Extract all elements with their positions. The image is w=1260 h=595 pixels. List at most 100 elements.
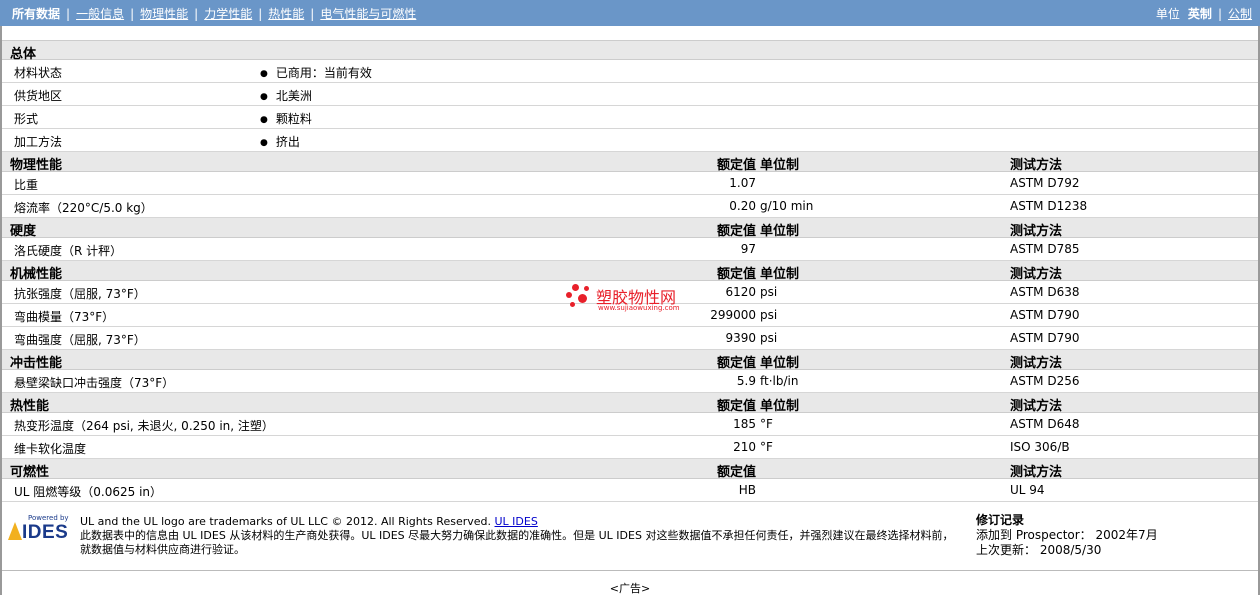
tab-separator: |: [66, 6, 71, 21]
property-row: 热变形温度（264 psi, 未退火, 0.250 in, 注塑） 185 °F AS…: [2, 413, 1258, 436]
ad-placeholder: <广告>: [609, 582, 651, 595]
property-value: 5.9: [736, 374, 756, 388]
footer-notice: UL and the UL logo are trademarks of UL …: [80, 515, 960, 557]
updated-label: 上次更新：: [976, 543, 1037, 557]
tab-physical[interactable]: 物理性能: [140, 5, 188, 22]
property-name: 比重: [14, 178, 39, 192]
property-unit: g/10 min: [760, 199, 814, 213]
section-header: 热性能 额定值 单位制 测试方法: [2, 393, 1258, 414]
test-method-header: 测试方法: [1010, 399, 1063, 414]
property-name: 加工方法: [14, 135, 63, 149]
ul-ides-link[interactable]: UL IDES: [495, 515, 538, 528]
rated-value-header: 额定值: [716, 224, 756, 239]
property-value: 185: [733, 417, 756, 431]
logo-powered-text: Powered by: [28, 514, 69, 522]
property-value: 北美洲: [260, 87, 312, 104]
section-header: 硬度 额定值 单位制 测试方法: [2, 218, 1258, 239]
property-row: 比重 1.07 ASTM D792: [2, 172, 1258, 195]
property-table: 总体 材料状态 已商用：当前有效 供货地区 北美洲 形式 颗粒料 加工方法 挤出…: [2, 40, 1258, 502]
property-value: 挤出: [260, 133, 300, 150]
property-unit: °F: [760, 440, 773, 454]
watermark-logo: 塑胶物性网 www.sujiaowuxing.com: [566, 282, 696, 316]
test-method-header: 测试方法: [1010, 465, 1063, 480]
unit-switcher: 单位 英制 | 公制: [1156, 5, 1252, 22]
footer: Powered by IDES UL and the UL logo are t…: [2, 510, 1258, 568]
property-value: 6120: [725, 285, 756, 299]
property-name: 弯曲模量（73°F）: [14, 310, 115, 324]
property-row: 维卡软化温度 210 °F ISO 306/B: [2, 436, 1258, 459]
units-label: 单位: [1155, 7, 1180, 21]
property-name: 热变形温度（264 psi, 未退火, 0.250 in, 注塑）: [14, 419, 274, 433]
property-unit: ft·lb/in: [760, 374, 799, 388]
category-tabs: 所有数据 | 一般信息 | 物理性能 | 力学性能 | 热性能 | 电气性能与可…: [12, 5, 416, 22]
property-name: 熔流率（220°C/5.0 kg）: [14, 201, 153, 215]
property-test-method: UL 94: [1010, 483, 1045, 497]
property-name: UL 阻燃等级（0.0625 in）: [14, 485, 163, 499]
unit-header: 单位制: [760, 224, 800, 239]
unit-english-option[interactable]: 英制: [1188, 5, 1212, 22]
section-header: 可燃性 额定值 测试方法: [2, 459, 1258, 480]
unit-header: 单位制: [760, 399, 800, 414]
test-method-header: 测试方法: [1010, 267, 1063, 282]
property-test-method: ASTM D638: [1010, 285, 1080, 299]
tab-general-info[interactable]: 一般信息: [76, 5, 124, 22]
property-test-method: ASTM D792: [1010, 176, 1080, 190]
property-test-method: ASTM D648: [1010, 417, 1080, 431]
property-value: 已商用：当前有效: [260, 64, 372, 81]
disclaimer-text: 此数据表中的信息由 UL IDES 从该材料的生产商处获得。UL IDES 尽最…: [80, 529, 954, 556]
test-method-header: 测试方法: [1010, 224, 1063, 239]
property-row: 洛氏硬度（R 计秤） 97 ASTM D785: [2, 238, 1258, 261]
property-name: 悬壁梁缺口冲击强度（73°F）: [14, 376, 175, 390]
property-unit: psi: [760, 308, 778, 322]
section-title: 可燃性: [10, 465, 50, 480]
property-row: UL 阻燃等级（0.0625 in） HB UL 94: [2, 479, 1258, 502]
property-name: 供货地区: [14, 89, 63, 103]
rated-value-header: 额定值: [716, 465, 756, 480]
general-row: 材料状态 已商用：当前有效: [2, 60, 1258, 83]
property-test-method: ASTM D790: [1010, 308, 1080, 322]
trademark-text: UL and the UL logo are trademarks of UL …: [80, 515, 491, 528]
section-title: 机械性能: [10, 267, 63, 282]
unit-header: 单位制: [760, 356, 800, 371]
unit-header: 单位制: [760, 267, 800, 282]
property-name: 弯曲强度（屈服, 73°F）: [14, 333, 146, 347]
property-value: HB: [738, 483, 756, 497]
ides-logo[interactable]: Powered by IDES: [8, 514, 72, 544]
property-row: 悬壁梁缺口冲击强度（73°F） 5.9 ft·lb/in ASTM D256: [2, 370, 1258, 393]
property-value: 9390: [725, 331, 756, 345]
property-value: 299000: [710, 308, 756, 322]
tab-electrical-flammability[interactable]: 电气性能与可燃性: [320, 5, 416, 22]
property-value: 210: [733, 440, 756, 454]
added-value: 2002年7月: [1095, 528, 1158, 542]
property-unit: psi: [760, 331, 778, 345]
property-test-method: ASTM D785: [1010, 242, 1080, 256]
logo-triangle-icon: [8, 522, 22, 540]
property-row: 弯曲强度（屈服, 73°F） 9390 psi ASTM D790: [2, 327, 1258, 350]
property-test-method: ASTM D256: [1010, 374, 1080, 388]
general-row: 供货地区 北美洲: [2, 83, 1258, 106]
tab-separator: |: [130, 6, 135, 21]
general-row: 加工方法 挤出: [2, 129, 1258, 152]
section-title: 热性能: [10, 399, 50, 414]
unit-separator: |: [1217, 6, 1222, 21]
top-nav-bar: 所有数据 | 一般信息 | 物理性能 | 力学性能 | 热性能 | 电气性能与可…: [0, 0, 1260, 26]
rated-value-header: 额定值: [716, 356, 756, 371]
section-header: 物理性能 额定值 单位制 测试方法: [2, 152, 1258, 173]
section-header: 机械性能 额定值 单位制 测试方法: [2, 261, 1258, 282]
tab-all-data[interactable]: 所有数据: [12, 5, 60, 22]
unit-header: 单位制: [760, 158, 800, 173]
added-label: 添加到 Prospector：: [976, 528, 1092, 542]
rated-value-header: 额定值: [716, 267, 756, 282]
property-name: 材料状态: [14, 66, 63, 80]
rated-value-header: 额定值: [716, 399, 756, 414]
tab-separator: |: [258, 6, 263, 21]
unit-metric-link[interactable]: 公制: [1228, 5, 1252, 22]
property-row: 熔流率（220°C/5.0 kg） 0.20 g/10 min ASTM D1238: [2, 195, 1258, 218]
property-name: 抗张强度（屈服, 73°F）: [14, 287, 146, 301]
tab-mechanical[interactable]: 力学性能: [204, 5, 252, 22]
test-method-header: 测试方法: [1010, 356, 1063, 371]
property-name: 洛氏硬度（R 计秤）: [14, 244, 123, 258]
property-unit: °F: [760, 417, 773, 431]
tab-thermal[interactable]: 热性能: [268, 5, 304, 22]
watermark-url: www.sujiaowuxing.com: [598, 304, 680, 312]
